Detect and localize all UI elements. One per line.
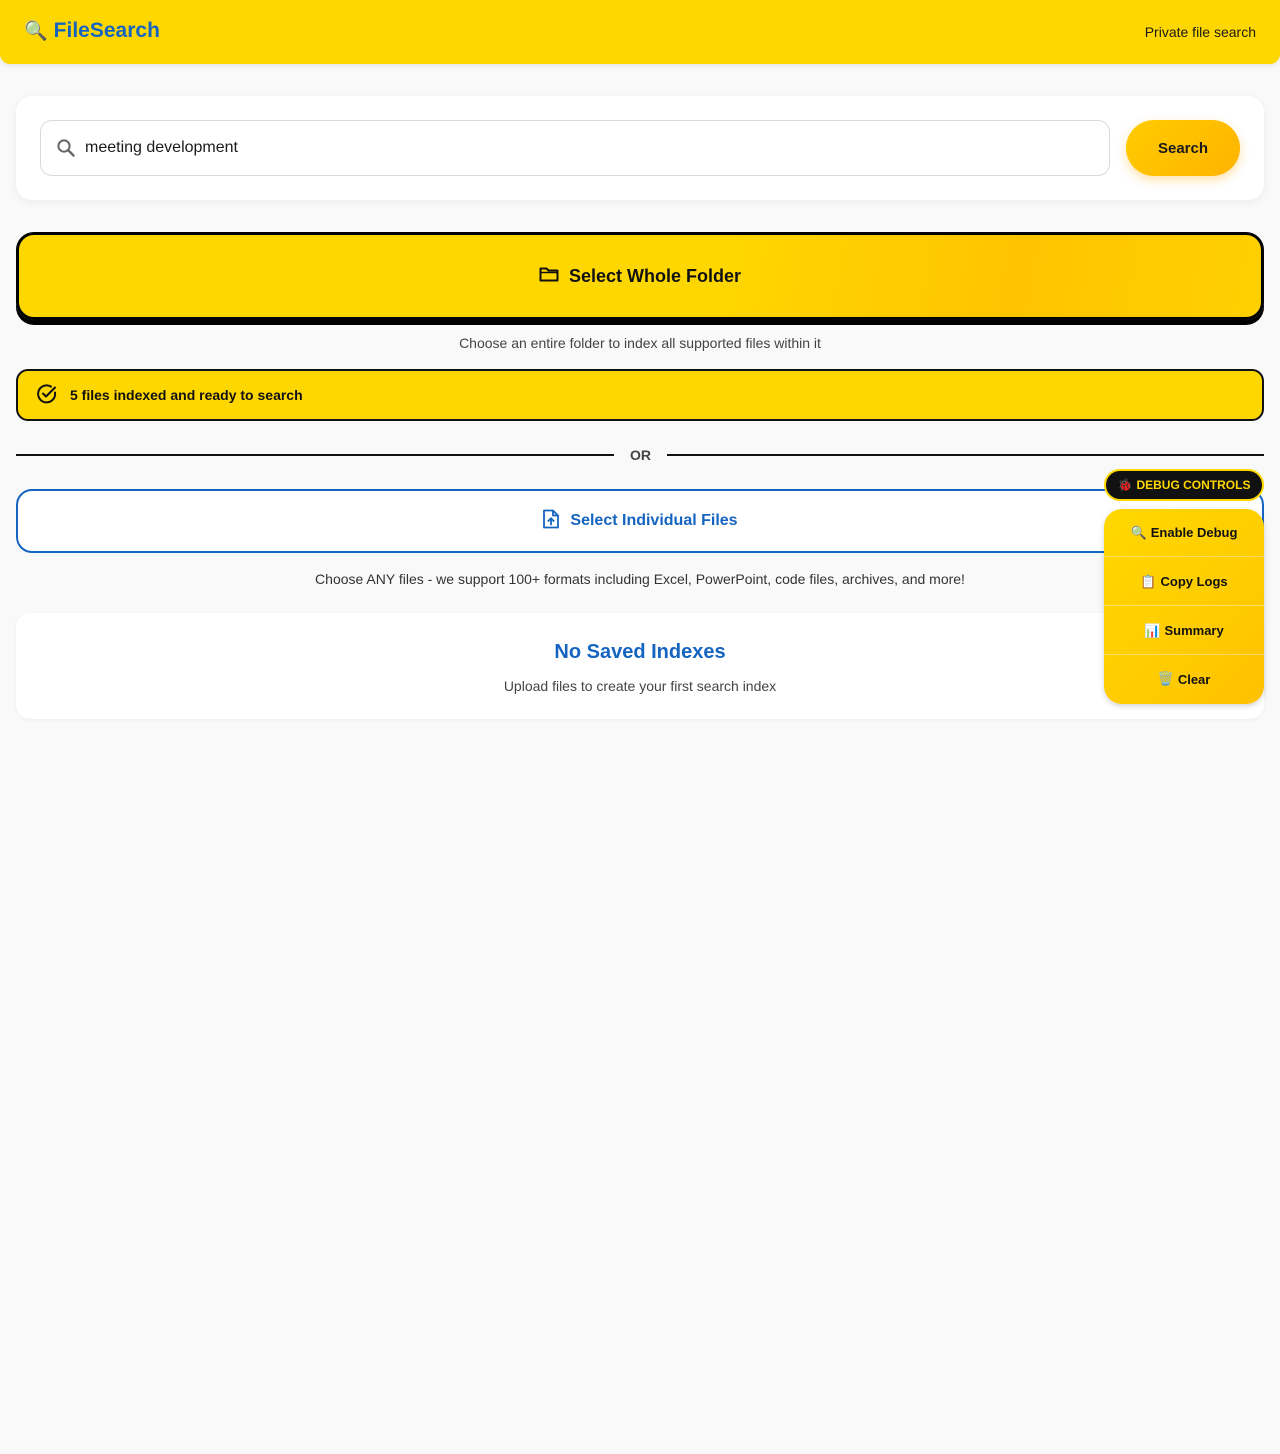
select-files-button[interactable]: Select Individual Files [16, 489, 1264, 553]
or-label: OR [630, 447, 651, 463]
search-button[interactable]: Search [1126, 120, 1240, 176]
folder-icon [539, 265, 559, 288]
brand-name: FileSearch [53, 19, 160, 42]
bar-chart-icon: 📊 [1144, 622, 1161, 638]
select-folder-button[interactable]: Select Whole Folder [16, 232, 1264, 320]
debug-item-label: Clear [1177, 671, 1211, 687]
index-status-banner: 5 files indexed and ready to search [16, 369, 1264, 421]
saved-indexes-subtitle: Upload files to create your first search… [503, 678, 777, 694]
select-files-label: Select Individual Files [570, 512, 738, 529]
debug-item-label: Summary [1164, 623, 1224, 638]
saved-indexes-title: No Saved Indexes [554, 641, 726, 663]
divider-line [667, 454, 1264, 456]
debug-item-label: Copy Logs [1160, 574, 1228, 589]
search-field[interactable] [40, 120, 1110, 176]
magnifier-icon: 🔍 [1130, 524, 1147, 540]
file-upload-icon [542, 509, 560, 534]
header-tagline: Private file search [1144, 24, 1256, 40]
trash-icon: 🗑️ [1157, 671, 1174, 686]
index-status-text: 5 files indexed and ready to search [70, 387, 303, 403]
files-hint: Choose ANY files - we support 100+ forma… [315, 571, 965, 587]
search-icon [56, 138, 76, 158]
debug-panel: 🔍 Enable Debug 📋 Copy Logs 📊 Summary 🗑️ … [1104, 509, 1264, 704]
search-input[interactable] [85, 121, 1095, 175]
app-header: 🔍 FileSearch Private file search [0, 0, 1280, 64]
or-divider: OR [16, 444, 1264, 466]
divider-line [16, 454, 614, 456]
copy-logs-button[interactable]: 📋 Copy Logs [1104, 558, 1264, 606]
select-folder-label: Select Whole Folder [568, 265, 742, 286]
debug-controls-label: DEBUG CONTROLS [1136, 478, 1251, 492]
check-circle-icon [36, 383, 58, 408]
saved-indexes-card: No Saved Indexes Upload files to create … [16, 613, 1264, 719]
clipboard-icon: 📋 [1140, 573, 1157, 589]
debug-item-label: Enable Debug [1150, 525, 1238, 540]
folder-hint: Choose an entire folder to index all sup… [459, 335, 821, 351]
magnifier-icon: 🔍 [24, 21, 48, 42]
search-card: Search [16, 96, 1264, 200]
bug-icon: 🐞 [1117, 478, 1133, 492]
brand-logo[interactable]: 🔍 FileSearch [24, 19, 160, 43]
enable-debug-button[interactable]: 🔍 Enable Debug [1104, 509, 1264, 557]
summary-button[interactable]: 📊 Summary [1104, 607, 1264, 655]
debug-controls-toggle[interactable]: 🐞 DEBUG CONTROLS [1104, 469, 1264, 501]
clear-button[interactable]: 🗑️ Clear [1104, 655, 1264, 703]
